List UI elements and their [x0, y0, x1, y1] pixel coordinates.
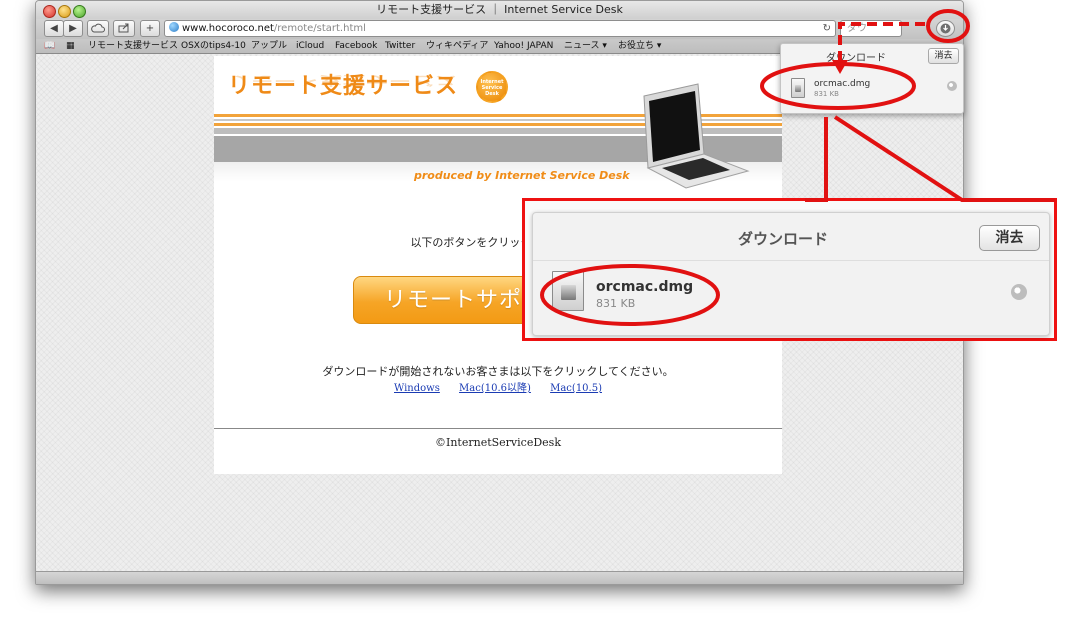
annotation-overlay [540, 9, 1055, 326]
file-highlight-zoomed [540, 264, 720, 326]
file-highlight [760, 62, 916, 110]
download-button-highlight [926, 9, 970, 43]
dashed-arrow [838, 22, 925, 62]
callout-line [833, 115, 1055, 202]
callout-line [805, 117, 828, 202]
